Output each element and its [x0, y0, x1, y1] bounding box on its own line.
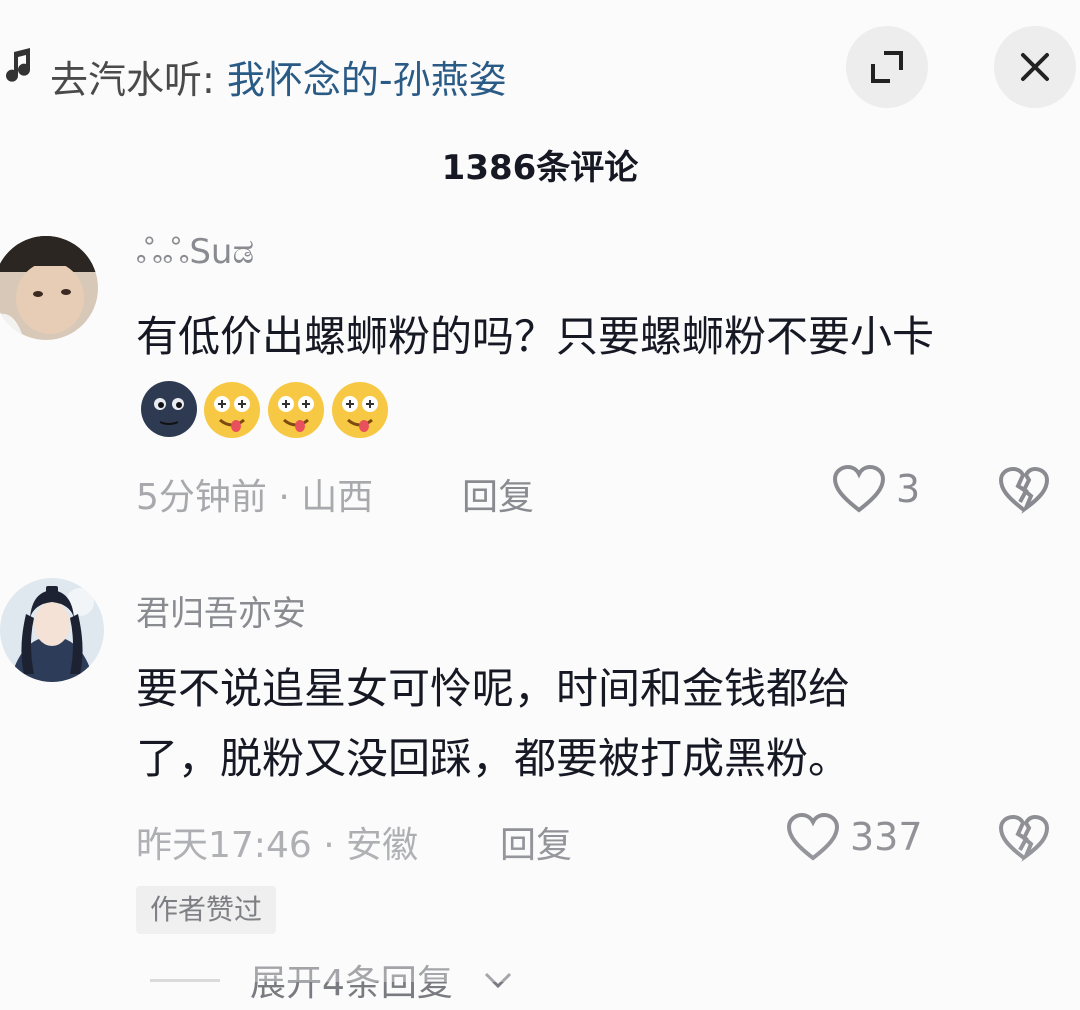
divider-line	[150, 978, 220, 982]
music-note-icon	[6, 48, 30, 82]
expand-icon	[871, 51, 903, 83]
music-prefix: 去汽水听:	[50, 58, 227, 102]
avatar[interactable]	[0, 578, 104, 682]
chevron-down-icon	[484, 972, 511, 989]
comment-time-location: 5分钟前 · 山西	[136, 477, 374, 518]
like-count: 3	[896, 467, 921, 511]
expand-button[interactable]	[846, 26, 928, 108]
broken-heart-icon[interactable]	[998, 466, 1050, 514]
song-link[interactable]: 我怀念的-孙燕姿	[227, 58, 507, 102]
comment-text-line: 了，脱粉又没回踩，都要被打成黑粉。	[136, 734, 851, 783]
comment-text: 要不说追星女可怜呢，时间和金钱都给 了，脱粉又没回踩，都要被打成黑粉。	[136, 654, 1036, 794]
broken-heart-icon[interactable]	[998, 814, 1050, 862]
comment-text-line: 要不说追星女可怜呢，时间和金钱都给	[136, 664, 851, 713]
avatar[interactable]	[0, 236, 98, 340]
close-icon	[1021, 53, 1049, 81]
like-button[interactable]: 337	[786, 812, 923, 862]
reply-button[interactable]: 回复	[462, 468, 534, 520]
username[interactable]: 君归吾亦安	[136, 586, 306, 635]
comment-count-title: 1386条评论	[441, 148, 639, 188]
emoji-group	[140, 380, 390, 440]
comment-time-location: 昨天17:46 · 安徽	[136, 825, 419, 866]
dark-moon-face-emoji	[141, 380, 197, 437]
username[interactable]: ஃஃSuಡ	[136, 232, 254, 276]
like-count: 337	[850, 815, 923, 859]
drooling-face-emoji	[332, 381, 388, 438]
comment-text: 有低价出螺蛳粉的吗？只要螺蛳粉不要小卡	[136, 302, 1036, 442]
expand-replies-label: 展开4条回复	[250, 963, 453, 1004]
drooling-face-emoji	[268, 381, 324, 438]
drooling-face-emoji	[204, 381, 260, 438]
heart-icon	[832, 464, 886, 513]
close-button[interactable]	[994, 26, 1076, 108]
like-button[interactable]: 3	[832, 464, 920, 514]
reply-button[interactable]: 回复	[500, 816, 572, 868]
expand-replies-button[interactable]: 展开4条回复	[150, 950, 513, 1010]
music-source-text[interactable]: 去汽水听: 我怀念的-孙燕姿	[50, 56, 507, 104]
comment-text-body: 有低价出螺蛳粉的吗？只要螺蛳粉不要小卡	[136, 312, 935, 361]
author-liked-badge: 作者赞过	[136, 886, 277, 934]
heart-icon	[786, 812, 840, 861]
